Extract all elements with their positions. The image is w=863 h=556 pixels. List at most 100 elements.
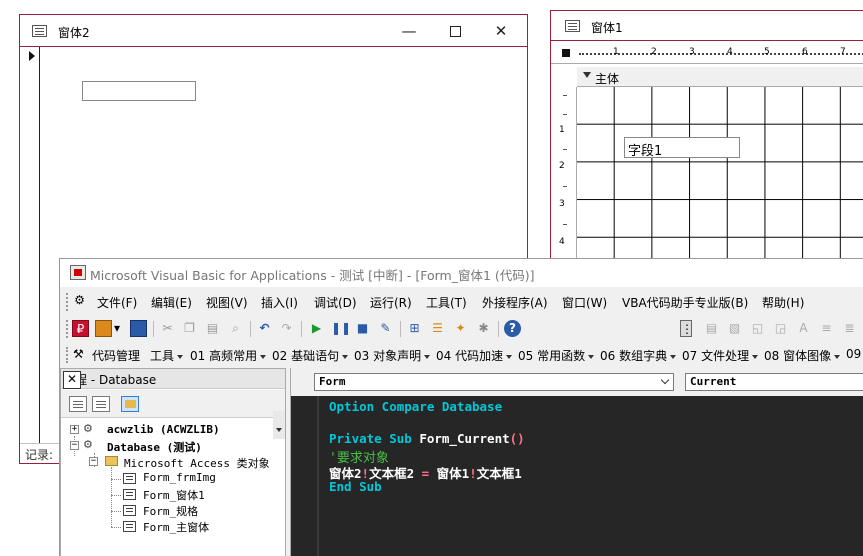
textbox-2[interactable] xyxy=(82,81,196,101)
menu-addins[interactable]: 外接程序(A) xyxy=(482,294,548,311)
vba-project-icon: ⚙ xyxy=(83,422,93,435)
code-editor[interactable]: Option Compare Database Private Sub Form… xyxy=(317,396,863,556)
design-grid[interactable] xyxy=(577,87,863,269)
run-icon[interactable]: ▶ xyxy=(308,320,325,337)
menu-edit[interactable]: 编辑(E) xyxy=(151,294,192,311)
chevron-down-icon[interactable]: ▾ xyxy=(113,320,121,337)
bookmark-icon[interactable]: ≡ xyxy=(818,320,835,337)
find-icon[interactable]: ⌕ xyxy=(227,320,244,337)
insert-form-icon[interactable] xyxy=(95,320,112,337)
code-window[interactable]: Form Current Option Compare Database Pri… xyxy=(290,368,863,556)
code-line-6[interactable]: End Sub xyxy=(329,479,382,494)
comment-block-icon[interactable]: ◲ xyxy=(772,320,789,337)
standard-toolbar: ₽ ▾ ✂ ❐ ▤ ⌕ ↶ ↷ ▶ ❚❚ ■ ✎ ⊞ ☰ ✦ ✱ ? ⋮ ▤ ▧… xyxy=(60,316,863,342)
next-bookmark-icon[interactable]: ≣ xyxy=(841,320,858,337)
reset-icon[interactable]: ■ xyxy=(354,320,371,337)
detail-section-header[interactable]: 主体 xyxy=(577,67,863,87)
uncomment-block-icon[interactable]: A xyxy=(795,320,812,337)
indent-icon[interactable]: ▤ xyxy=(703,320,720,337)
cut-icon[interactable]: ✂ xyxy=(159,320,176,337)
copy-icon[interactable]: ❐ xyxy=(181,320,198,337)
tree-item-class-objects[interactable]: Microsoft Access 类对象 xyxy=(124,455,270,471)
maximize-button[interactable] xyxy=(444,20,466,42)
object-combo[interactable]: Form xyxy=(314,373,674,391)
close-icon[interactable]: ✕ xyxy=(63,371,81,389)
toolbox-icon[interactable]: ✱ xyxy=(475,320,492,337)
toolbar-grip[interactable] xyxy=(66,347,69,363)
design-mode-icon[interactable]: ✎ xyxy=(377,320,394,337)
menu-window[interactable]: 窗口(W) xyxy=(562,294,607,311)
vba-editor-window[interactable]: Microsoft Visual Basic for Applications … xyxy=(59,258,863,556)
toolbar-array-dict[interactable]: 06 数组字典 xyxy=(600,347,676,364)
toolbar-overflow-icon[interactable]: ⋮ xyxy=(680,320,693,337)
collapse-icon[interactable]: − xyxy=(70,441,79,450)
break-icon[interactable]: ❚❚ xyxy=(331,320,351,337)
access-view-icon[interactable]: ⚙ xyxy=(71,292,88,309)
expand-icon[interactable]: + xyxy=(70,425,79,434)
toolbar-file-handling[interactable]: 07 文件处理 xyxy=(682,347,758,364)
paste-icon[interactable]: ▤ xyxy=(204,320,221,337)
tree-item-form-frmimg[interactable]: Form_frmImg xyxy=(143,471,216,484)
toolbar-common-functions[interactable]: 05 常用函数 xyxy=(518,347,594,364)
menu-debug[interactable]: 调试(D) xyxy=(314,294,357,311)
menu-vba-helper[interactable]: VBA代码助手专业版(B) xyxy=(622,294,748,311)
project-explorer-toolbar xyxy=(61,390,285,439)
menu-help[interactable]: 帮助(H) xyxy=(762,294,804,311)
toolbar-basic-statements[interactable]: 02 基础语句 xyxy=(272,347,348,364)
toolbar-tools[interactable]: 工具 xyxy=(150,347,183,364)
scrollbar[interactable] xyxy=(273,411,285,439)
toolbar-grip[interactable] xyxy=(66,320,69,338)
tree-item-form-spec[interactable]: Form_规格 xyxy=(143,503,198,519)
form-selector[interactable] xyxy=(562,49,570,57)
menu-run[interactable]: 运行(R) xyxy=(370,294,412,311)
toolbar-grip[interactable] xyxy=(66,293,69,311)
project-explorer-icon[interactable]: ⊞ xyxy=(406,320,423,337)
menu-bar: ⚙ 文件(F) 编辑(E) 视图(V) 插入(I) 调试(D) 运行(R) 工具… xyxy=(60,289,863,315)
tree-item-form-window1[interactable]: Form_窗体1 xyxy=(143,487,205,503)
toolbar-separator xyxy=(153,321,154,337)
toolbar-object-declare[interactable]: 03 对象声明 xyxy=(354,347,430,364)
code-line-1[interactable]: Option Compare Database xyxy=(329,399,502,414)
collapse-icon[interactable]: − xyxy=(89,457,98,466)
form1-design-window[interactable]: 窗体1 1 2 3 4 5 6 7 8 主体 1 2 3 4 字段1 xyxy=(550,10,863,270)
vba-titlebar[interactable]: Microsoft Visual Basic for Applications … xyxy=(60,259,863,287)
menu-tools[interactable]: 工具(T) xyxy=(426,294,467,311)
properties-icon[interactable]: ☰ xyxy=(429,320,446,337)
outdent-icon[interactable]: ▧ xyxy=(726,320,743,337)
close-button[interactable]: ✕ xyxy=(490,20,512,42)
redo-icon[interactable]: ↷ xyxy=(278,320,295,337)
menu-insert[interactable]: 插入(I) xyxy=(261,294,298,311)
menu-view[interactable]: 视图(V) xyxy=(206,294,248,311)
view-code-icon[interactable] xyxy=(69,396,87,412)
toggle-breakpoint-icon[interactable]: ◱ xyxy=(749,320,766,337)
ruler-number: 4 xyxy=(559,237,565,247)
access-icon[interactable]: ₽ xyxy=(72,320,89,337)
toolbar-code-manage[interactable]: 代码管理 xyxy=(92,347,140,364)
toggle-folders-icon[interactable] xyxy=(121,396,139,412)
code-margin-indicator-bar[interactable] xyxy=(291,396,317,556)
help-icon[interactable]: ? xyxy=(504,320,521,337)
view-object-icon[interactable] xyxy=(92,396,110,412)
code-line-3[interactable]: Private Sub Form_Current() xyxy=(329,431,525,446)
object-browser-icon[interactable]: ✦ xyxy=(452,320,469,337)
toolbar-frequent[interactable]: 01 高频常用 xyxy=(190,347,266,364)
vba-helper-toolbar: ⚒ 代码管理 工具 01 高频常用 02 基础语句 03 对象声明 04 代码加… xyxy=(60,343,863,367)
tree-item-acwzlib[interactable]: acwzlib (ACWZLIB) xyxy=(107,423,220,436)
project-explorer-header[interactable]: 工程 - Database ✕ xyxy=(61,369,285,389)
field-1-textbox[interactable]: 字段1 xyxy=(624,137,740,159)
menu-file[interactable]: 文件(F) xyxy=(97,294,137,311)
minimize-button[interactable]: — xyxy=(398,20,420,42)
tree-item-form-main[interactable]: Form_主窗体 xyxy=(143,519,209,535)
save-icon[interactable] xyxy=(130,320,147,337)
tree-item-database[interactable]: Database (测试) xyxy=(107,439,202,455)
undo-icon[interactable]: ↶ xyxy=(256,320,273,337)
toolbar-09[interactable]: 09 xyxy=(846,347,861,361)
toolbar-form-image[interactable]: 08 窗体图像 xyxy=(764,347,840,364)
toolbar-code-accel[interactable]: 04 代码加速 xyxy=(436,347,512,364)
toolbar-separator xyxy=(250,321,251,337)
form1-titlebar[interactable]: 窗体1 xyxy=(551,11,863,41)
form2-titlebar[interactable]: 窗体2 — ✕ xyxy=(20,15,527,47)
project-explorer[interactable]: 工程 - Database ✕ + ⚙ acwzlib (ACWZLIB) − … xyxy=(60,368,286,556)
procedure-combo[interactable]: Current xyxy=(685,373,863,391)
record-selector[interactable] xyxy=(20,47,40,444)
